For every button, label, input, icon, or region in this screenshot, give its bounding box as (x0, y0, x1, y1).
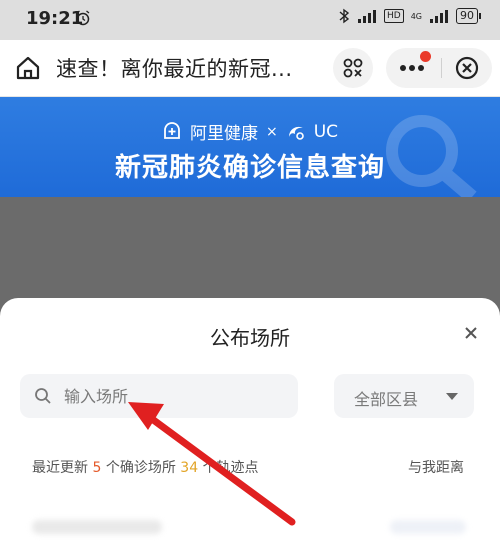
home-icon[interactable] (14, 54, 42, 82)
district-label: 全部区县 (354, 390, 419, 409)
mini-program-capsule (386, 48, 492, 88)
signal-icon (358, 10, 376, 23)
close-icon (465, 327, 477, 339)
close-circle-icon (455, 56, 479, 80)
banner-title: 新冠肺炎确诊信息查询 (114, 153, 385, 183)
alarm-clock-icon (76, 10, 90, 26)
stats-prefix: 最近更新 (32, 460, 88, 476)
caret-down-icon (446, 393, 458, 400)
network-type: 4G (410, 11, 422, 21)
list-item-placeholder-right (390, 520, 466, 534)
hd-badge: HD (384, 9, 404, 23)
distance-sort[interactable]: 与我距离 (408, 457, 464, 477)
close-button[interactable] (444, 48, 490, 88)
page-title: 速查！离你最近的新冠... (56, 57, 293, 81)
update-stats: 最近更新 5 个确诊场所 34 个轨迹点 (32, 457, 259, 477)
bottom-sheet: 公布场所 全部区县 最近更新 5 个确诊场所 34 个轨迹点 与我距离 (0, 298, 500, 558)
venue-count: 5 (92, 460, 102, 476)
signal-icon-2 (430, 10, 448, 23)
capsule-divider (441, 58, 442, 78)
brand-alibaba-health: 阿里健康 (189, 124, 258, 144)
notification-dot (420, 51, 431, 62)
uc-logo-icon (288, 126, 304, 140)
track-text: 个轨迹点 (202, 460, 259, 476)
sheet-title: 公布场所 (210, 326, 290, 350)
banner-logos: 阿里健康 × UC (0, 119, 500, 144)
search-input[interactable] (64, 374, 284, 418)
search-icon (35, 388, 51, 404)
brand-uc: UC (313, 121, 339, 142)
brand-separator: × (265, 123, 278, 140)
more-button[interactable] (386, 48, 438, 88)
scan-button[interactable] (333, 48, 373, 88)
battery-icon: 90 (456, 8, 481, 24)
sheet-close-button[interactable] (460, 322, 482, 344)
banner: 阿里健康 × UC 新冠肺炎确诊信息查询 (0, 97, 500, 197)
district-select[interactable]: 全部区县 (334, 374, 474, 418)
alibaba-health-logo-icon (164, 121, 180, 139)
status-bar: 19:21 HD 4G 90 (0, 0, 500, 40)
venue-text: 个确诊场所 (105, 460, 176, 476)
more-dots-icon (400, 65, 424, 71)
title-bar: 速查！离你最近的新冠... (0, 40, 500, 97)
list-item-placeholder (32, 520, 162, 534)
bluetooth-icon (339, 8, 350, 24)
scan-icon (343, 58, 363, 78)
system-icons: HD 4G 90 (338, 8, 481, 24)
search-box[interactable] (20, 374, 298, 418)
dimmed-background[interactable] (0, 197, 500, 307)
track-count: 34 (180, 460, 199, 476)
